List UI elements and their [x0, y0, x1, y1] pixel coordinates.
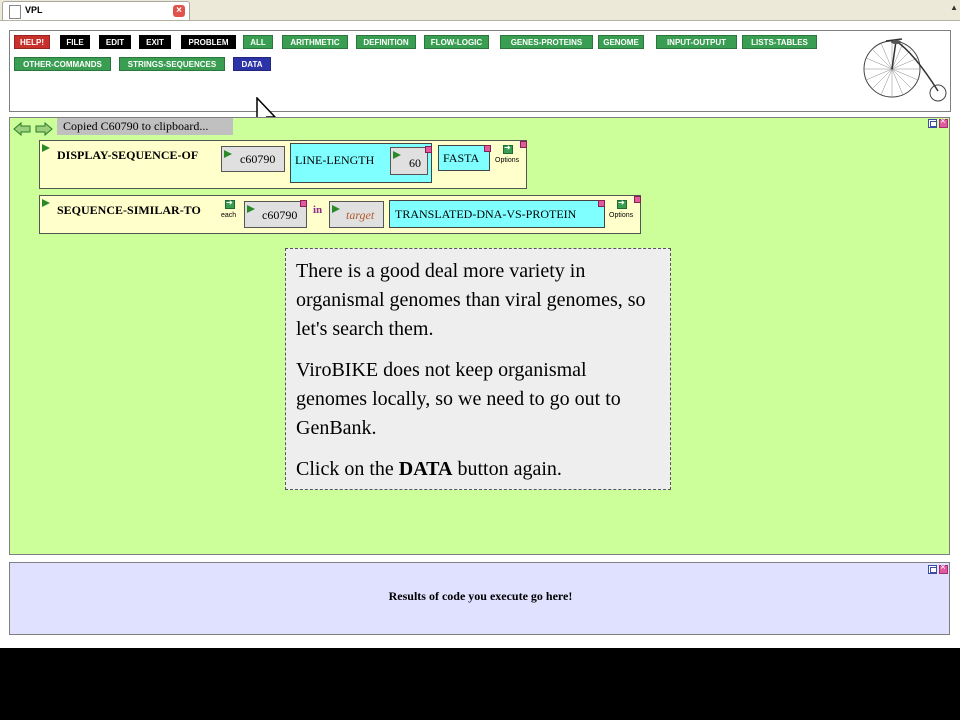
all-button[interactable]: ALL [243, 35, 273, 49]
sequence-arg-value: c60790 [262, 208, 298, 222]
delete-x-icon[interactable] [598, 200, 605, 207]
genome-button[interactable]: GENOME [598, 35, 644, 49]
browser-tab[interactable]: VPL × [2, 1, 190, 20]
method-label: TRANSLATED-DNA-VS-PROTEIN [395, 207, 577, 221]
workspace-minimize-icon[interactable] [928, 119, 937, 128]
run-triangle-icon[interactable] [393, 151, 401, 159]
tab-bar: VPL × ▲ [0, 0, 960, 21]
help-button[interactable]: HELP! [14, 35, 50, 49]
browser-window: VPL × ▲ HELP! FILE EDIT EXIT PROBLEM ALL… [0, 0, 960, 648]
format-label: FASTA [443, 151, 480, 165]
line-length-label: LINE-LENGTH [295, 153, 375, 167]
run-triangle-icon[interactable] [42, 144, 50, 152]
arithmetic-button[interactable]: ARITHMETIC [282, 35, 348, 49]
instruction-note: There is a good deal more variety in org… [285, 248, 671, 490]
lists-tables-button[interactable]: LISTS-TABLES [742, 35, 817, 49]
run-triangle-icon[interactable] [224, 150, 232, 158]
options-label[interactable]: Options [609, 212, 633, 219]
sequence-arg-slot[interactable]: c60790 [244, 201, 307, 228]
target-placeholder: target [346, 208, 375, 222]
format-keyword[interactable]: FASTA [438, 145, 490, 171]
options-arrow-icon[interactable] [617, 198, 627, 209]
problem-button[interactable]: PROBLEM [181, 35, 236, 49]
results-minimize-icon[interactable] [928, 565, 937, 574]
options-arrow-icon[interactable] [503, 143, 513, 154]
run-triangle-icon[interactable] [247, 205, 255, 213]
sequence-arg-slot[interactable]: c60790 [221, 146, 285, 172]
run-triangle-icon[interactable] [42, 199, 50, 207]
target-slot[interactable]: target [329, 201, 384, 228]
each-label[interactable]: each [221, 212, 236, 219]
note-paragraph-3: Click on the DATA button again. [296, 455, 660, 484]
method-keyword[interactable]: TRANSLATED-DNA-VS-PROTEIN [389, 200, 605, 228]
forward-arrow-icon[interactable] [35, 122, 53, 136]
delete-x-icon[interactable] [484, 145, 491, 152]
sequence-arg-value: c60790 [240, 152, 276, 166]
tab-close-icon[interactable]: × [173, 5, 185, 17]
file-button[interactable]: FILE [60, 35, 90, 49]
delete-x-icon[interactable] [634, 196, 641, 203]
function-label: SEQUENCE-SIMILAR-TO [57, 203, 201, 217]
options-label[interactable]: Options [495, 157, 519, 164]
tab-title: VPL [25, 5, 43, 15]
strings-sequences-button[interactable]: STRINGS-SEQUENCES [119, 57, 225, 71]
each-arrow-icon[interactable] [225, 198, 235, 209]
definition-button[interactable]: DEFINITION [356, 35, 416, 49]
flow-logic-button[interactable]: FLOW-LOGIC [424, 35, 489, 49]
page-icon [9, 5, 21, 19]
delete-x-icon[interactable] [300, 200, 307, 207]
input-output-button[interactable]: INPUT-OUTPUT [656, 35, 737, 49]
run-triangle-icon[interactable] [332, 205, 340, 213]
workspace-close-icon[interactable] [939, 116, 948, 128]
delete-x-icon[interactable] [425, 146, 432, 153]
back-arrow-icon[interactable] [13, 122, 31, 136]
note-text: Click on the [296, 458, 399, 480]
results-close-icon[interactable] [939, 562, 948, 574]
results-text: Results of code you execute go here! [388, 589, 573, 603]
function-label: DISPLAY-SEQUENCE-OF [57, 148, 199, 162]
other-commands-button[interactable]: OTHER-COMMANDS [14, 57, 111, 71]
note-text: button again. [452, 458, 562, 480]
command-panel: HELP! FILE EDIT EXIT PROBLEM ALL ARITHME… [9, 30, 951, 132]
line-length-value: 60 [409, 156, 421, 170]
in-label: in [313, 204, 323, 216]
bicycle-logo [863, 38, 947, 102]
data-button[interactable]: DATA [233, 57, 271, 71]
note-emphasis: DATA [398, 458, 453, 480]
note-paragraph-1: There is a good deal more variety in org… [296, 260, 646, 340]
genes-proteins-button[interactable]: GENES-PROTEINS [500, 35, 593, 49]
note-paragraph-2: ViroBIKE does not keep organismal genome… [296, 359, 621, 439]
results-panel: Results of code you execute go here! [9, 562, 950, 635]
line-length-value-slot[interactable]: 60 [390, 147, 428, 175]
delete-x-icon[interactable] [520, 141, 527, 148]
edit-button[interactable]: EDIT [99, 35, 131, 49]
exit-button[interactable]: EXIT [139, 35, 171, 49]
scroll-up-icon[interactable]: ▲ [950, 3, 958, 12]
clipboard-message: Copied C60790 to clipboard... [57, 118, 233, 135]
